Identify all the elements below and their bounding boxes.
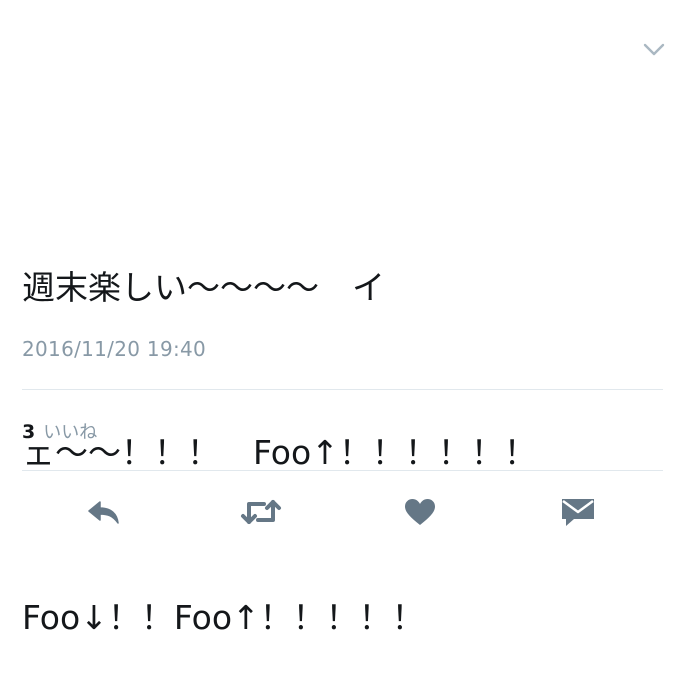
reply-icon bbox=[86, 498, 122, 526]
heart-icon bbox=[404, 498, 436, 526]
likes-label: いいね bbox=[43, 422, 98, 443]
tweet-text: 週末楽しい〜〜〜〜 イ ェ〜〜！！！ Foo↑！！！！！！ Foo↓！！Foo↑… bbox=[22, 150, 662, 700]
likes-stat[interactable]: 3 いいね bbox=[22, 418, 97, 444]
tweet-text-line: 週末楽しい〜〜〜〜 イ bbox=[22, 268, 385, 307]
like-button[interactable] bbox=[398, 492, 442, 532]
divider bbox=[22, 389, 663, 390]
tweet-menu-button[interactable] bbox=[640, 38, 668, 62]
direct-message-icon bbox=[560, 497, 596, 527]
retweet-icon bbox=[240, 498, 282, 526]
tweet-text-line: ェ〜〜！！！ Foo↑！！！！！！ bbox=[22, 433, 537, 472]
reply-button[interactable] bbox=[82, 492, 126, 532]
likes-count: 3 bbox=[22, 421, 36, 443]
direct-message-button[interactable] bbox=[556, 492, 600, 532]
tweet-text-line: Foo↓！！Foo↑！！！！！ bbox=[22, 598, 425, 637]
tweet-actions-bar bbox=[0, 492, 685, 532]
retweet-button[interactable] bbox=[239, 492, 283, 532]
tweet-timestamp[interactable]: 2016/11/20 19:40 bbox=[22, 337, 206, 361]
divider bbox=[22, 470, 663, 471]
chevron-down-icon bbox=[643, 43, 665, 57]
